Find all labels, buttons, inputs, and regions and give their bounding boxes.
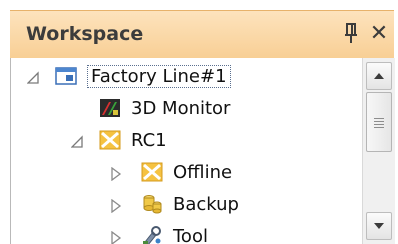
tree-item-label: RC1 [131,129,167,151]
thumb-grip-line [374,124,384,125]
expanded-triangle-icon[interactable] [26,69,41,84]
close-button[interactable]: ✕ [368,19,390,47]
tree-item-tool[interactable]: Tool [109,220,208,244]
robot-controller-icon [99,130,121,150]
workspace-panel: Workspace ✕ Factory Line#1 3D Monitor RC… [0,0,398,244]
tree-item-label: Factory Line#1 [87,64,231,88]
tree-item-label: Offline [173,161,233,183]
workspace-window-icon [55,66,77,86]
vertical-scrollbar[interactable] [362,58,395,244]
tree-item-label: Tool [173,225,208,244]
scrollbar-thumb[interactable] [366,92,392,152]
thumb-grip-line [374,127,384,128]
tree-item-label: Backup [173,193,239,215]
tree-item-factory-line[interactable]: Factory Line#1 [26,60,231,92]
tree-item-rc1[interactable]: RC1 [70,124,167,156]
pin-button[interactable] [340,19,362,47]
workspace-tree: Factory Line#1 3D Monitor RC1 Offline Ba… [10,58,395,244]
tree-item-3d-monitor[interactable]: 3D Monitor [99,92,230,124]
tree-item-offline[interactable]: Offline [109,156,232,188]
collapsed-triangle-icon[interactable] [109,197,123,214]
3d-monitor-icon [99,98,121,118]
offline-icon [141,162,163,182]
thumb-grip-line [374,121,384,122]
collapsed-triangle-icon[interactable] [109,229,123,244]
scroll-up-arrow-icon [374,73,384,79]
expanded-triangle-icon[interactable] [70,133,85,148]
tool-icon [141,226,163,244]
scroll-up-button[interactable] [366,62,392,90]
collapsed-triangle-icon[interactable] [109,165,123,182]
tree-item-label: 3D Monitor [131,97,231,119]
close-icon: ✕ [369,20,389,46]
thumb-grip-line [374,118,384,119]
backup-database-icon [141,194,163,214]
scroll-down-arrow-icon [374,223,384,229]
tree-item-backup[interactable]: Backup [109,188,239,220]
panel-title: Workspace [26,23,144,45]
pin-icon [345,23,357,43]
scroll-down-button[interactable] [366,212,392,240]
panel-title-bar: Workspace ✕ [10,10,394,58]
